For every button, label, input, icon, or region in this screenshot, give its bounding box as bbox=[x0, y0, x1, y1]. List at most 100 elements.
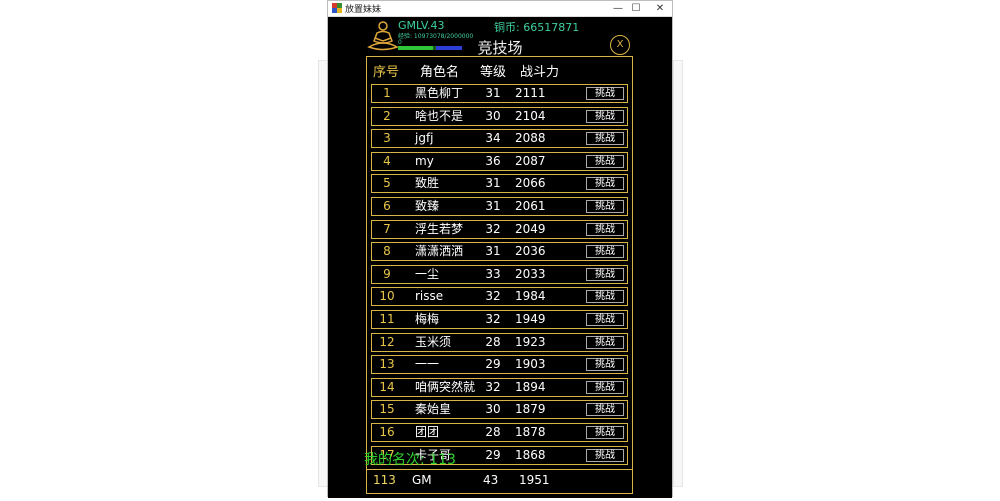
row-level: 28 bbox=[485, 334, 501, 349]
app-icon bbox=[332, 3, 342, 13]
row-level: 32 bbox=[485, 221, 501, 236]
row-name: 致胜 bbox=[415, 176, 440, 191]
table-row: 13 一一 29 1903 挑战 bbox=[371, 355, 628, 375]
challenge-button[interactable]: 挑战 bbox=[586, 448, 624, 462]
row-power: 2104 bbox=[515, 108, 546, 123]
row-rank: 3 bbox=[383, 131, 391, 146]
table-row: 9 一尘 33 2033 挑战 bbox=[371, 264, 628, 284]
row-power: 2111 bbox=[515, 86, 546, 100]
row-level: 33 bbox=[485, 266, 501, 281]
row-power: 2088 bbox=[515, 131, 546, 146]
row-name: 梅梅 bbox=[415, 312, 440, 326]
challenge-button[interactable]: 挑战 bbox=[586, 245, 624, 259]
row-name: 咱俩突然就 bbox=[415, 379, 476, 394]
row-rank: 11 bbox=[379, 312, 395, 326]
row-rank: 16 bbox=[379, 425, 395, 439]
game-area: GMLV.43 铜币: 66517871 经验: 10973078/200000… bbox=[328, 17, 672, 498]
row-rank: 2 bbox=[383, 108, 391, 123]
table-row: 11 梅梅 32 1949 挑战 bbox=[371, 310, 628, 329]
title-bar: 放置妹妹 — ☐ ✕ bbox=[328, 1, 672, 17]
row-level: 30 bbox=[485, 108, 501, 123]
table-row: 7 浮生若梦 32 2049 挑战 bbox=[371, 219, 628, 239]
row-level: 32 bbox=[485, 312, 501, 326]
challenge-button[interactable]: 挑战 bbox=[586, 290, 624, 304]
arena-ranking-table: 序号 角色名 等级 战斗力 1 黑色柳丁 31 2111 挑战 2 啥也不是 30 2104 挑战… bbox=[366, 56, 633, 494]
challenge-button[interactable]: 挑战 bbox=[586, 267, 624, 281]
table-row: 4 my 36 2087 挑战 bbox=[371, 151, 628, 171]
header-power: 战斗力 bbox=[520, 65, 560, 80]
row-power: 2087 bbox=[515, 153, 546, 168]
row-power: 1903 bbox=[515, 357, 546, 372]
my-name: GM bbox=[412, 473, 432, 487]
row-power: 2033 bbox=[515, 266, 546, 281]
coins-display: 铜币: 66517871 bbox=[494, 21, 580, 34]
my-rank-label: 我的名次: 113 bbox=[364, 452, 456, 468]
challenge-button[interactable]: 挑战 bbox=[586, 335, 624, 349]
row-power: 1868 bbox=[515, 447, 546, 462]
challenge-button[interactable]: 挑战 bbox=[586, 358, 624, 372]
table-row: 15 秦始皇 30 1879 挑战 bbox=[371, 400, 628, 420]
challenge-button[interactable]: 挑战 bbox=[586, 154, 624, 168]
challenge-button[interactable]: 挑战 bbox=[586, 313, 624, 326]
header-level: 等级 bbox=[480, 65, 507, 80]
row-rank: 9 bbox=[383, 266, 391, 281]
challenge-button[interactable]: 挑战 bbox=[586, 200, 624, 213]
challenge-button[interactable]: 挑战 bbox=[586, 87, 624, 100]
table-row: 2 啥也不是 30 2104 挑战 bbox=[371, 106, 628, 126]
header-rank: 序号 bbox=[373, 65, 400, 80]
row-name: 一尘 bbox=[415, 266, 440, 281]
row-name: 团团 bbox=[415, 425, 440, 439]
row-rank: 13 bbox=[379, 357, 395, 372]
row-power: 1894 bbox=[515, 379, 546, 394]
my-rank-row: 113 GM 43 1951 bbox=[366, 469, 633, 494]
table-row: 14 咱俩突然就 32 1894 挑战 bbox=[371, 377, 628, 397]
row-level: 34 bbox=[485, 131, 501, 146]
close-window-button[interactable]: ✕ bbox=[646, 1, 674, 16]
row-name: 秦始皇 bbox=[415, 402, 452, 417]
row-power: 2066 bbox=[515, 176, 546, 191]
background-panel-right bbox=[673, 60, 683, 487]
row-power: 1878 bbox=[515, 425, 546, 439]
challenge-button[interactable]: 挑战 bbox=[586, 380, 624, 394]
app-window: 放置妹妹 — ☐ ✕ GMLV.43 铜币: 66517871 经验: 1097… bbox=[327, 0, 673, 498]
challenge-button[interactable]: 挑战 bbox=[586, 177, 624, 191]
row-name: 潇潇洒洒 bbox=[415, 244, 464, 259]
row-power: 2036 bbox=[515, 244, 546, 259]
row-level: 31 bbox=[485, 244, 501, 259]
row-rank: 8 bbox=[383, 244, 391, 259]
table-row: 5 致胜 31 2066 挑战 bbox=[371, 174, 628, 194]
my-level: 43 bbox=[483, 473, 499, 487]
row-power: 1879 bbox=[515, 402, 546, 417]
row-rank: 14 bbox=[379, 379, 395, 394]
challenge-button[interactable]: 挑战 bbox=[586, 403, 624, 417]
challenge-button[interactable]: 挑战 bbox=[586, 132, 624, 146]
row-level: 29 bbox=[485, 357, 501, 372]
challenge-button[interactable]: 挑战 bbox=[586, 426, 624, 439]
row-power: 2049 bbox=[515, 221, 546, 236]
table-row: 10 risse 32 1984 挑战 bbox=[371, 287, 628, 307]
row-rank: 7 bbox=[383, 221, 391, 236]
row-rank: 1 bbox=[383, 86, 391, 100]
table-row: 6 致臻 31 2061 挑战 bbox=[371, 197, 628, 216]
window-title: 放置妹妹 bbox=[345, 5, 382, 15]
row-name: 啥也不是 bbox=[415, 108, 464, 123]
challenge-button[interactable]: 挑战 bbox=[586, 222, 624, 236]
close-arena-button[interactable]: X bbox=[610, 35, 630, 55]
row-rank: 4 bbox=[383, 153, 391, 168]
row-level: 30 bbox=[485, 402, 501, 417]
row-level: 31 bbox=[485, 176, 501, 191]
row-level: 28 bbox=[485, 425, 501, 439]
row-level: 29 bbox=[485, 447, 501, 462]
my-power: 1951 bbox=[519, 473, 550, 487]
challenge-button[interactable]: 挑战 bbox=[586, 109, 624, 123]
row-power: 1949 bbox=[515, 312, 546, 326]
row-name: risse bbox=[415, 289, 444, 304]
table-row: 3 jgfj 34 2088 挑战 bbox=[371, 129, 628, 149]
my-rank: 113 bbox=[373, 473, 396, 487]
row-level: 31 bbox=[485, 199, 501, 213]
row-rank: 5 bbox=[383, 176, 391, 191]
row-level: 36 bbox=[485, 153, 501, 168]
row-rank: 10 bbox=[379, 289, 395, 304]
table-row: 16 团团 28 1878 挑战 bbox=[371, 423, 628, 442]
row-level: 32 bbox=[485, 289, 501, 304]
